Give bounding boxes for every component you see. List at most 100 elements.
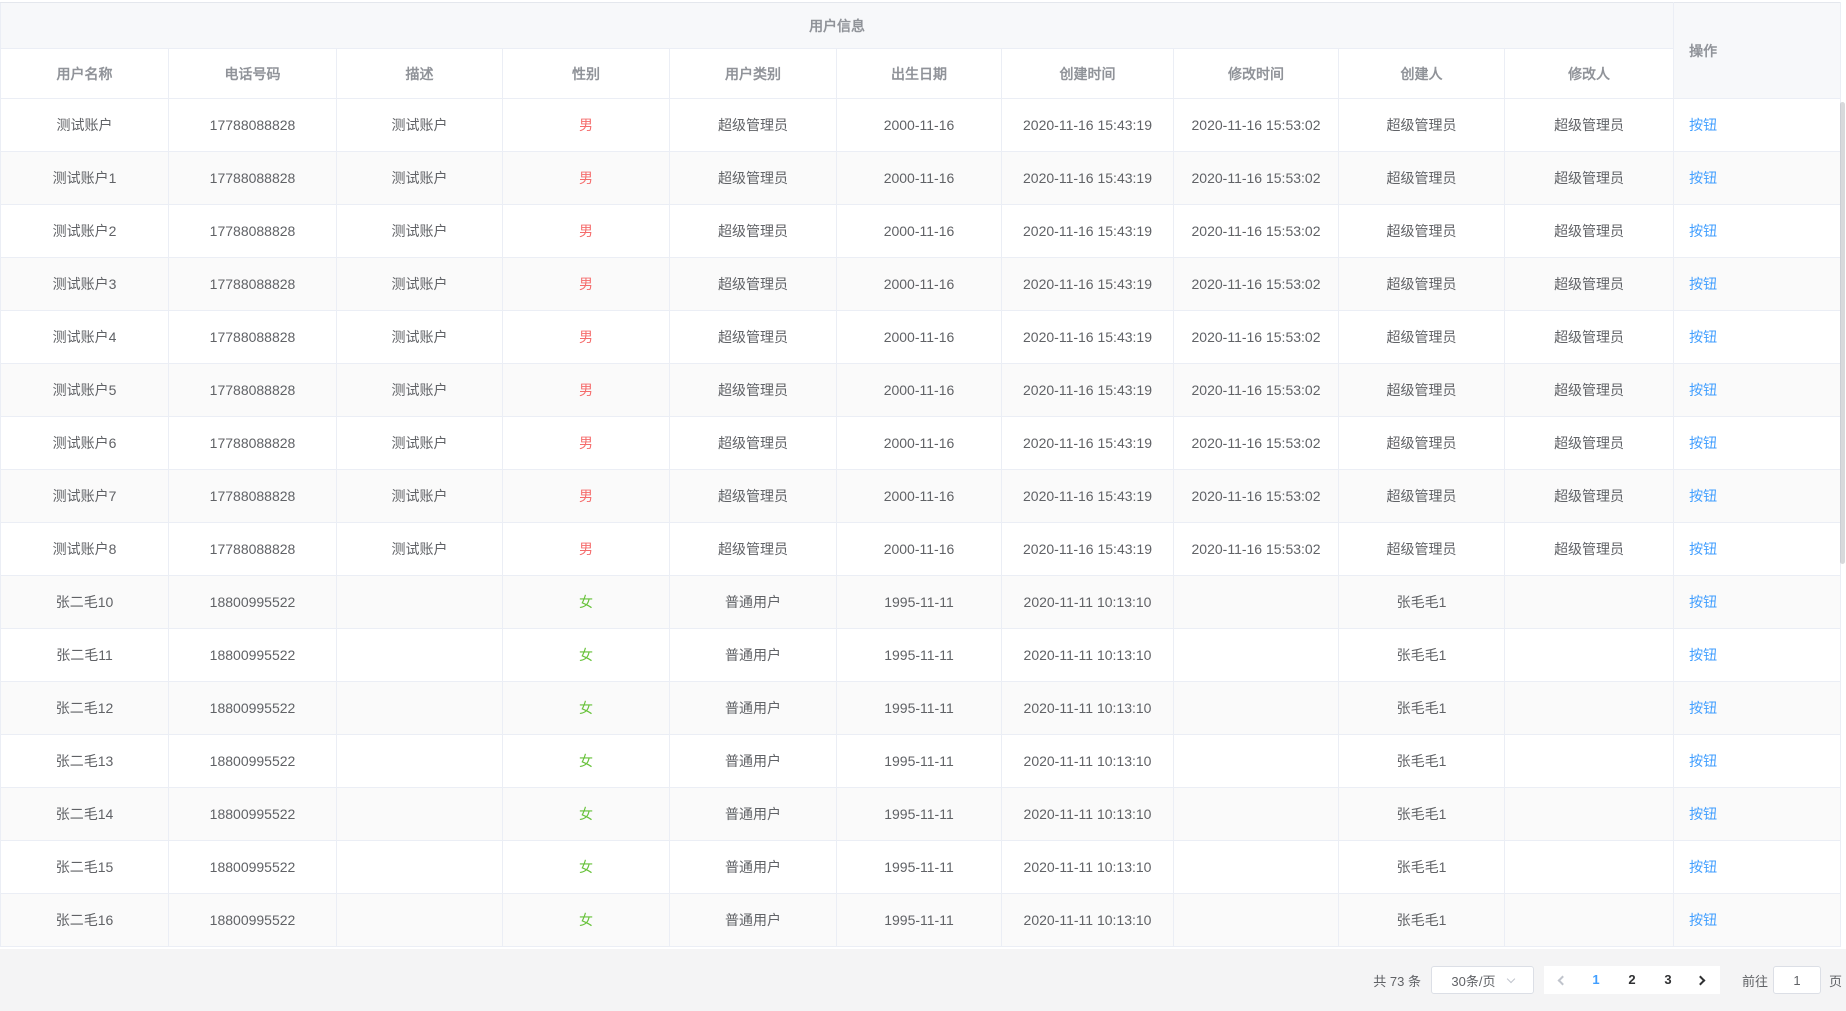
column-header-desc: 描述 bbox=[336, 48, 503, 99]
table-row: 张二毛14 18800995522 女普通用户 1995-11-11 2020-11-1… bbox=[0, 787, 1842, 841]
cell-action: 按钮 bbox=[1673, 363, 1842, 417]
cell-created: 2020-11-16 15:43:19 bbox=[1001, 151, 1174, 205]
action-button[interactable]: 按钮 bbox=[1689, 647, 1717, 663]
action-button[interactable]: 按钮 bbox=[1689, 859, 1717, 875]
cell-name: 测试账户3 bbox=[0, 257, 169, 311]
cell-modifier: 超级管理员 bbox=[1504, 522, 1675, 576]
table-row: 测试账户6 17788088828 测试账户男超级管理员 2000-11-16 2020… bbox=[0, 416, 1842, 470]
table-row: 测试账户1 17788088828 测试账户男超级管理员 2000-11-16 2020… bbox=[0, 151, 1842, 205]
cell-creator: 超级管理员 bbox=[1338, 98, 1505, 152]
cell-category: 普通用户 bbox=[669, 893, 837, 947]
column-header-category: 用户类别 bbox=[669, 48, 837, 99]
action-button[interactable]: 按钮 bbox=[1689, 700, 1717, 716]
prev-page-button[interactable] bbox=[1548, 966, 1578, 994]
action-button[interactable]: 按钮 bbox=[1689, 594, 1717, 610]
cell-modified bbox=[1173, 893, 1339, 947]
cell-modifier: 超级管理员 bbox=[1504, 310, 1675, 364]
action-button[interactable]: 按钮 bbox=[1689, 276, 1717, 292]
cell-phone: 18800995522 bbox=[168, 893, 337, 947]
cell-birth: 1995-11-11 bbox=[836, 840, 1002, 894]
action-button[interactable]: 按钮 bbox=[1689, 541, 1717, 557]
cell-birth: 1995-11-11 bbox=[836, 575, 1002, 629]
cell-birth: 2000-11-16 bbox=[836, 416, 1002, 470]
cell-name: 张二毛14 bbox=[0, 787, 169, 841]
cell-modifier: 超级管理员 bbox=[1504, 363, 1675, 417]
cell-desc bbox=[336, 787, 503, 841]
action-button[interactable]: 按钮 bbox=[1689, 117, 1717, 133]
table-row: 测试账户4 17788088828 测试账户男超级管理员 2000-11-16 2020… bbox=[0, 310, 1842, 364]
cell-name: 张二毛11 bbox=[0, 628, 169, 682]
table-row: 测试账户3 17788088828 测试账户男超级管理员 2000-11-16 2020… bbox=[0, 257, 1842, 311]
cell-creator: 超级管理员 bbox=[1338, 416, 1505, 470]
next-page-button[interactable] bbox=[1686, 966, 1716, 994]
cell-modified bbox=[1173, 734, 1339, 788]
cell-desc bbox=[336, 575, 503, 629]
cell-modified: 2020-11-16 15:53:02 bbox=[1173, 310, 1339, 364]
column-header-modifier: 修改人 bbox=[1504, 48, 1675, 99]
cell-modified: 2020-11-16 15:53:02 bbox=[1173, 416, 1339, 470]
action-button[interactable]: 按钮 bbox=[1689, 912, 1717, 928]
vertical-scrollbar-thumb[interactable] bbox=[1840, 102, 1845, 564]
cell-birth: 1995-11-11 bbox=[836, 628, 1002, 682]
cell-modifier bbox=[1504, 787, 1675, 841]
cell-gender: 男 bbox=[502, 310, 670, 364]
cell-birth: 2000-11-16 bbox=[836, 363, 1002, 417]
cell-action: 按钮 bbox=[1673, 681, 1842, 735]
cell-name: 测试账户 bbox=[0, 98, 169, 152]
cell-category: 普通用户 bbox=[669, 840, 837, 894]
column-header-modified: 修改时间 bbox=[1173, 48, 1339, 99]
page-size-select[interactable]: 30条/页 bbox=[1430, 966, 1534, 994]
action-button[interactable]: 按钮 bbox=[1689, 170, 1717, 186]
cell-name: 张二毛15 bbox=[0, 840, 169, 894]
cell-gender: 女 bbox=[502, 893, 670, 947]
cell-modified bbox=[1173, 575, 1339, 629]
page-size-value: 30条/页 bbox=[1451, 973, 1496, 989]
cell-created: 2020-11-11 10:13:10 bbox=[1001, 575, 1174, 629]
table-row: 张二毛16 18800995522 女普通用户 1995-11-11 2020-11-1… bbox=[0, 893, 1842, 947]
table-group-header: 用户信息 bbox=[0, 2, 1675, 49]
action-button[interactable]: 按钮 bbox=[1689, 223, 1717, 239]
page-jump-input[interactable] bbox=[1772, 966, 1821, 994]
cell-creator: 超级管理员 bbox=[1338, 363, 1505, 417]
cell-desc bbox=[336, 681, 503, 735]
cell-category: 超级管理员 bbox=[669, 98, 837, 152]
cell-modifier bbox=[1504, 628, 1675, 682]
page-number-3[interactable]: 3 bbox=[1650, 966, 1686, 994]
cell-name: 张二毛16 bbox=[0, 893, 169, 947]
cell-modifier: 超级管理员 bbox=[1504, 416, 1675, 470]
cell-phone: 17788088828 bbox=[168, 310, 337, 364]
cell-creator: 超级管理员 bbox=[1338, 151, 1505, 205]
action-button[interactable]: 按钮 bbox=[1689, 435, 1717, 451]
cell-phone: 17788088828 bbox=[168, 469, 337, 523]
cell-birth: 2000-11-16 bbox=[836, 310, 1002, 364]
table-row: 张二毛15 18800995522 女普通用户 1995-11-11 2020-11-1… bbox=[0, 840, 1842, 894]
table-row: 测试账户 17788088828 测试账户男超级管理员 2000-11-16 2020-… bbox=[0, 98, 1842, 152]
chevron-left-icon bbox=[1558, 975, 1568, 985]
cell-action: 按钮 bbox=[1673, 628, 1842, 682]
cell-name: 张二毛13 bbox=[0, 734, 169, 788]
cell-name: 测试账户7 bbox=[0, 469, 169, 523]
action-button[interactable]: 按钮 bbox=[1689, 488, 1717, 504]
cell-created: 2020-11-16 15:43:19 bbox=[1001, 469, 1174, 523]
cell-modifier bbox=[1504, 681, 1675, 735]
cell-created: 2020-11-16 15:43:19 bbox=[1001, 522, 1174, 576]
cell-modified: 2020-11-16 15:53:02 bbox=[1173, 363, 1339, 417]
cell-modified: 2020-11-16 15:53:02 bbox=[1173, 151, 1339, 205]
cell-gender: 男 bbox=[502, 98, 670, 152]
cell-created: 2020-11-11 10:13:10 bbox=[1001, 628, 1174, 682]
cell-creator: 张毛毛1 bbox=[1338, 734, 1505, 788]
table-row: 张二毛11 18800995522 女普通用户 1995-11-11 2020-11-1… bbox=[0, 628, 1842, 682]
action-button[interactable]: 按钮 bbox=[1689, 806, 1717, 822]
cell-action: 按钮 bbox=[1673, 469, 1842, 523]
action-button[interactable]: 按钮 bbox=[1689, 329, 1717, 345]
action-button[interactable]: 按钮 bbox=[1689, 382, 1717, 398]
cell-action: 按钮 bbox=[1673, 787, 1842, 841]
cell-gender: 男 bbox=[502, 469, 670, 523]
cell-category: 超级管理员 bbox=[669, 363, 837, 417]
page-number-2[interactable]: 2 bbox=[1614, 966, 1650, 994]
action-button[interactable]: 按钮 bbox=[1689, 753, 1717, 769]
page-number-1[interactable]: 1 bbox=[1578, 966, 1614, 994]
cell-action: 按钮 bbox=[1673, 734, 1842, 788]
cell-creator: 超级管理员 bbox=[1338, 469, 1505, 523]
cell-name: 测试账户6 bbox=[0, 416, 169, 470]
